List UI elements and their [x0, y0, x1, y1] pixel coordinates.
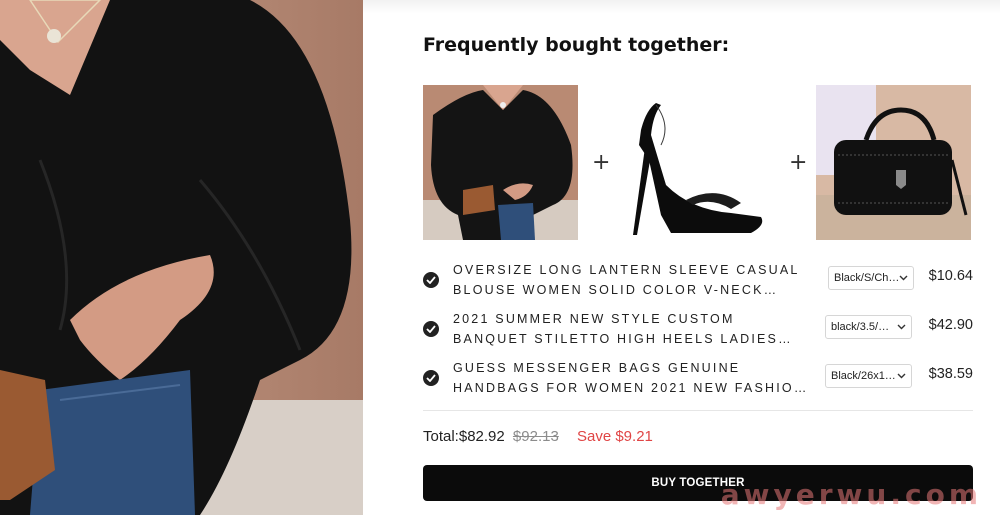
variant-value: Black/S/Ch… — [834, 272, 900, 284]
variant-select[interactable]: Black/S/Ch… — [828, 266, 914, 290]
product-price: $38.59 — [928, 366, 973, 382]
bundle-item-row-2: 2021 SUMMER NEW STYLE CUSTOM BANQUET STI… — [423, 309, 973, 353]
variant-select[interactable]: Black/26x1… — [825, 364, 912, 388]
total-label: Total: — [423, 428, 459, 445]
check-icon[interactable] — [423, 272, 439, 288]
variant-value: Black/26x1… — [831, 370, 896, 382]
plus-sign-1: + — [592, 150, 611, 175]
chevron-down-icon — [897, 373, 906, 379]
bundle-panel: Frequently bought together: + + OVERSIZE… — [363, 0, 1000, 525]
summary-divider — [423, 410, 973, 411]
variant-select[interactable]: black/3.5/… — [825, 315, 912, 339]
hero-product-image — [0, 0, 363, 515]
bundle-title: Frequently bought together: — [423, 34, 730, 56]
watermark: awyerwu.com — [720, 478, 982, 511]
product-thumb-blouse[interactable] — [423, 85, 578, 240]
bundle-item-row-3: GUESS MESSENGER BAGS GENUINE HANDBAGS FO… — [423, 358, 973, 402]
product-name[interactable]: 2021 SUMMER NEW STYLE CUSTOM BANQUET STI… — [453, 309, 803, 349]
bundle-item-row-1: OVERSIZE LONG LANTERN SLEEVE CASUAL BLOU… — [423, 260, 973, 304]
variant-value: black/3.5/… — [831, 321, 890, 333]
total-price: $82.92 — [458, 428, 505, 445]
product-name[interactable]: GUESS MESSENGER BAGS GENUINE HANDBAGS FO… — [453, 358, 806, 398]
product-thumb-handbag[interactable] — [816, 85, 971, 240]
original-price: $92.13 — [512, 428, 559, 445]
check-icon[interactable] — [423, 321, 439, 337]
product-thumb-heels[interactable] — [611, 85, 766, 240]
product-price: $10.64 — [928, 268, 973, 284]
chevron-down-icon — [897, 324, 906, 330]
panel-top-shadow — [363, 0, 1000, 14]
plus-sign-2: + — [789, 150, 808, 175]
chevron-down-icon — [899, 275, 908, 281]
savings-text: Save $9.21 — [576, 428, 653, 445]
bundle-total: Total:$82.92 $92.13 Save $9.21 — [423, 428, 653, 445]
product-name[interactable]: OVERSIZE LONG LANTERN SLEEVE CASUAL BLOU… — [453, 260, 803, 300]
product-price: $42.90 — [928, 317, 973, 333]
check-icon[interactable] — [423, 370, 439, 386]
